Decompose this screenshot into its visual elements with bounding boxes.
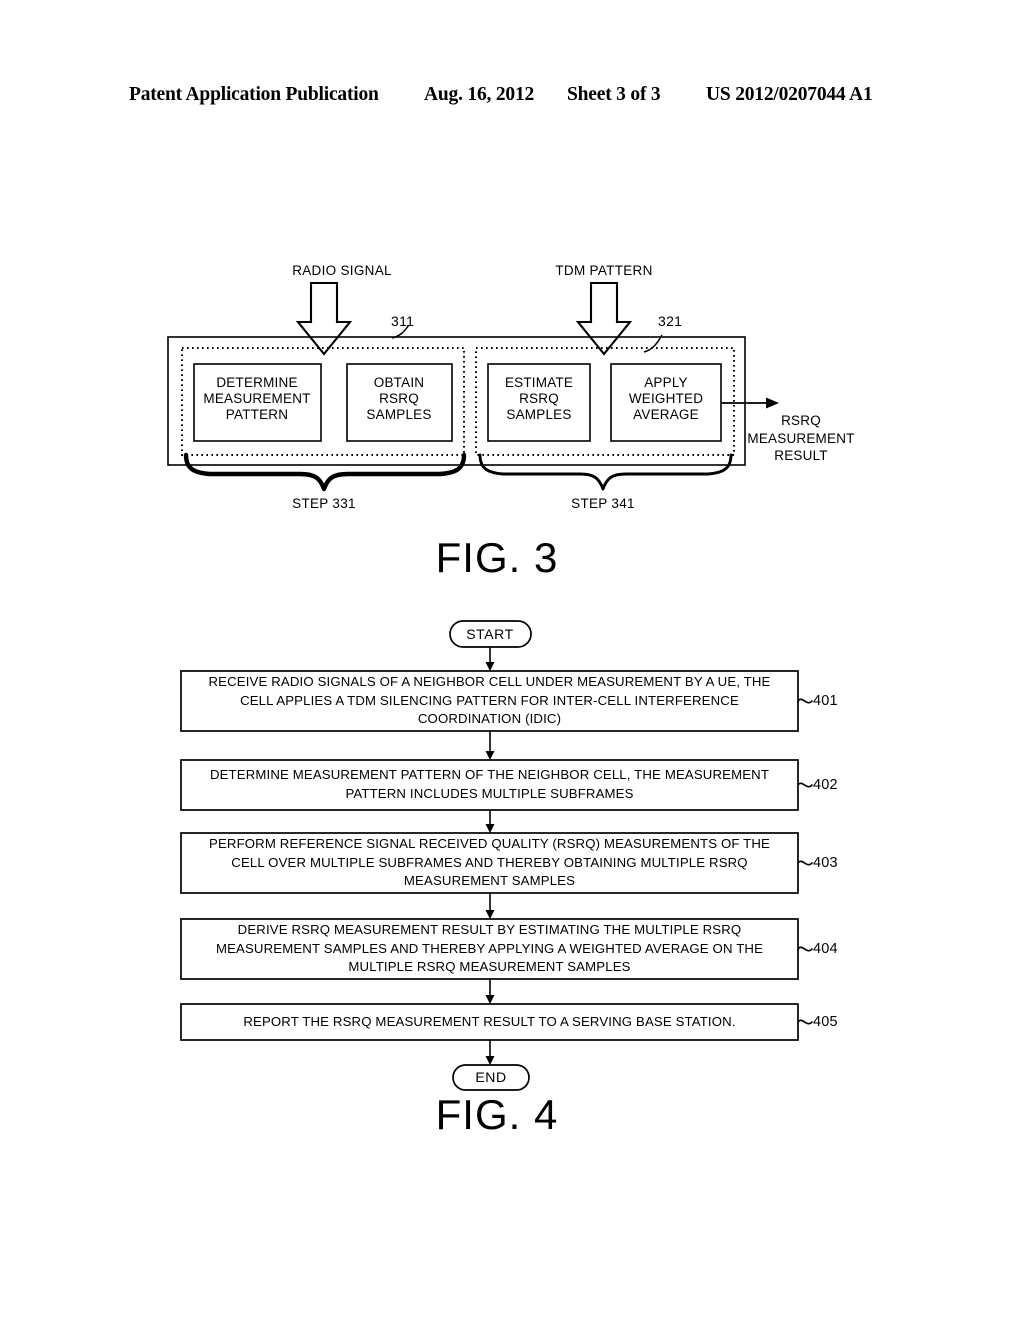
ref-number-404: 404 xyxy=(813,941,838,957)
step-label-401: RECEIVE RADIO SIGNALS OF A NEIGHBOR CELL… xyxy=(208,673,771,727)
ref-number-402: 402 xyxy=(813,777,838,793)
connector-start-to-401-arrow xyxy=(485,662,495,671)
connector-402-to-403-arrow xyxy=(485,824,495,833)
step-label-405: REPORT THE RSRQ MEASUREMENT RESULT TO A … xyxy=(243,1013,736,1029)
connector-403-to-404-arrow xyxy=(485,910,495,919)
figure-4-title: FIG. 4 xyxy=(435,1091,559,1138)
ref-number-403: 403 xyxy=(813,855,838,871)
step-label-404: DERIVE RSRQ MEASUREMENT RESULT BY ESTIMA… xyxy=(215,921,764,975)
step-label-403: PERFORM REFERENCE SIGNAL RECEIVED QUALIT… xyxy=(209,835,770,889)
connector-404-to-405-arrow xyxy=(485,995,495,1004)
ref-leader-405 xyxy=(797,1019,813,1025)
ref-number-401: 401 xyxy=(813,693,838,709)
connector-405-to-end-arrow xyxy=(485,1056,495,1065)
ref-leader-403 xyxy=(797,860,813,866)
terminal-end-label: END xyxy=(475,1069,507,1085)
terminal-start-label: START xyxy=(466,626,514,642)
ref-leader-402 xyxy=(797,782,813,788)
ref-leader-404 xyxy=(797,946,813,952)
step-label-402: DETERMINE MEASUREMENT PATTERN OF THE NEI… xyxy=(209,767,770,801)
ref-leader-401 xyxy=(797,698,813,704)
figure-4: START END RECEIVE RADIO SIGNALS OF A NEI… xyxy=(0,0,1024,1320)
ref-number-405: 405 xyxy=(813,1014,838,1030)
connector-401-to-402-arrow xyxy=(485,751,495,760)
